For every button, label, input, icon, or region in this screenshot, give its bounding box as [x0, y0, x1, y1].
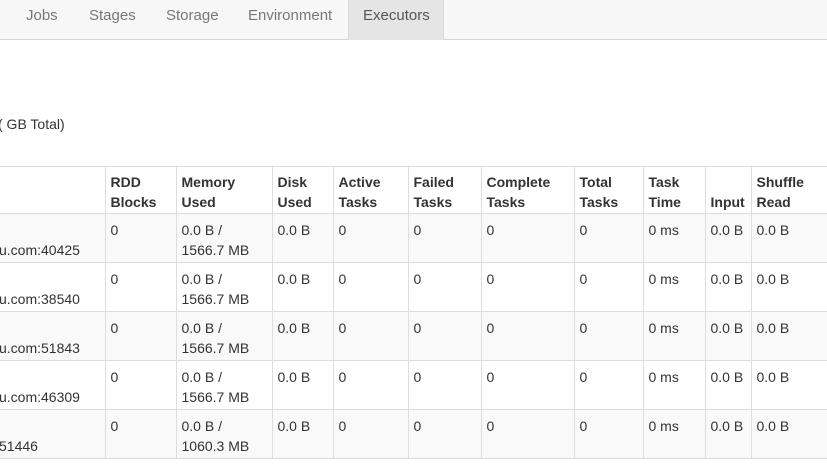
col-disk-used[interactable]: Disk Used: [272, 166, 334, 214]
tab-stages[interactable]: Stages: [89, 0, 136, 40]
col-shuffle-read[interactable]: Shuffle Read: [751, 166, 827, 214]
executors-table: RDD Blocks Memory Used Disk Used Active Task…: [0, 166, 827, 459]
cell-rdd-blocks: 0: [105, 213, 177, 263]
cell-shuffle-read: 0.0 B: [751, 360, 827, 410]
cell-total-tasks: 0: [574, 213, 644, 263]
cell-total-tasks: 0: [574, 311, 644, 361]
cell-address: u.com:38540: [0, 262, 106, 312]
cell-active-tasks: 0: [333, 311, 409, 361]
col-input[interactable]: Input: [705, 166, 752, 214]
col-complete-tasks[interactable]: Complete Tasks: [481, 166, 575, 214]
cell-active-tasks: 0: [333, 213, 409, 263]
cell-active-tasks: 0: [333, 262, 409, 312]
cell-task-time: 0 ms: [643, 311, 706, 361]
cell-complete-tasks: 0: [481, 262, 575, 312]
table-row: u.com:51843 0 0.0 B /1566.7 MB 0.0 B 0 0…: [0, 311, 827, 361]
col-memory-used[interactable]: Memory Used: [176, 166, 273, 214]
col-executor-address[interactable]: [0, 166, 106, 214]
cell-task-time: 0 ms: [643, 262, 706, 312]
cell-total-tasks: 0: [574, 409, 644, 459]
cell-complete-tasks: 0: [481, 360, 575, 410]
tab-executors[interactable]: Executors: [348, 0, 444, 40]
cell-task-time: 0 ms: [643, 409, 706, 459]
table-row: 51446 0 0.0 B /1060.3 MB 0.0 B 0 0 0 0 0…: [0, 409, 827, 459]
cell-memory-used: 0.0 B /1566.7 MB: [176, 360, 273, 410]
cell-shuffle-read: 0.0 B: [751, 409, 827, 459]
table-row: u.com:38540 0 0.0 B /1566.7 MB 0.0 B 0 0…: [0, 262, 827, 312]
cell-address: u.com:46309: [0, 360, 106, 410]
cell-memory-used: 0.0 B /1060.3 MB: [176, 409, 273, 459]
cell-active-tasks: 0: [333, 409, 409, 459]
col-rdd-blocks[interactable]: RDD Blocks: [105, 166, 177, 214]
cell-disk-used: 0.0 B: [272, 262, 334, 312]
cell-rdd-blocks: 0: [105, 409, 177, 459]
cell-total-tasks: 0: [574, 262, 644, 312]
cell-complete-tasks: 0: [481, 213, 575, 263]
cell-disk-used: 0.0 B: [272, 311, 334, 361]
cell-task-time: 0 ms: [643, 213, 706, 263]
cell-failed-tasks: 0: [408, 311, 482, 361]
cell-memory-used: 0.0 B /1566.7 MB: [176, 311, 273, 361]
table-row: u.com:46309 0 0.0 B /1566.7 MB 0.0 B 0 0…: [0, 360, 827, 410]
cell-disk-used: 0.0 B: [272, 409, 334, 459]
tab-jobs[interactable]: Jobs: [26, 0, 58, 40]
col-total-tasks[interactable]: Total Tasks: [574, 166, 644, 214]
cell-failed-tasks: 0: [408, 360, 482, 410]
table-row: u.com:40425 0 0.0 B /1566.7 MB 0.0 B 0 0…: [0, 213, 827, 263]
cell-memory-used: 0.0 B /1566.7 MB: [176, 213, 273, 263]
cell-input: 0.0 B: [705, 360, 752, 410]
cell-rdd-blocks: 0: [105, 262, 177, 312]
cell-disk-used: 0.0 B: [272, 360, 334, 410]
table-header-row: RDD Blocks Memory Used Disk Used Active Task…: [0, 166, 827, 214]
cell-failed-tasks: 0: [408, 409, 482, 459]
cell-input: 0.0 B: [705, 409, 752, 459]
cell-input: 0.0 B: [705, 311, 752, 361]
cell-shuffle-read: 0.0 B: [751, 213, 827, 263]
cell-input: 0.0 B: [705, 262, 752, 312]
cell-total-tasks: 0: [574, 360, 644, 410]
cell-task-time: 0 ms: [643, 360, 706, 410]
top-navbar: Jobs Stages Storage Environment Executor…: [0, 0, 827, 40]
cell-complete-tasks: 0: [481, 311, 575, 361]
cell-address: 51446: [0, 409, 106, 459]
tab-environment[interactable]: Environment: [248, 0, 332, 40]
memory-summary: ( GB Total): [0, 116, 65, 132]
col-active-tasks[interactable]: Active Tasks: [333, 166, 409, 214]
cell-active-tasks: 0: [333, 360, 409, 410]
cell-rdd-blocks: 0: [105, 311, 177, 361]
col-task-time[interactable]: Task Time: [643, 166, 706, 214]
cell-address: u.com:51843: [0, 311, 106, 361]
cell-complete-tasks: 0: [481, 409, 575, 459]
cell-memory-used: 0.0 B /1566.7 MB: [176, 262, 273, 312]
cell-address: u.com:40425: [0, 213, 106, 263]
cell-shuffle-read: 0.0 B: [751, 262, 827, 312]
cell-failed-tasks: 0: [408, 213, 482, 263]
cell-shuffle-read: 0.0 B: [751, 311, 827, 361]
col-failed-tasks[interactable]: Failed Tasks: [408, 166, 482, 214]
cell-rdd-blocks: 0: [105, 360, 177, 410]
cell-disk-used: 0.0 B: [272, 213, 334, 263]
cell-failed-tasks: 0: [408, 262, 482, 312]
cell-input: 0.0 B: [705, 213, 752, 263]
tab-storage[interactable]: Storage: [166, 0, 219, 40]
